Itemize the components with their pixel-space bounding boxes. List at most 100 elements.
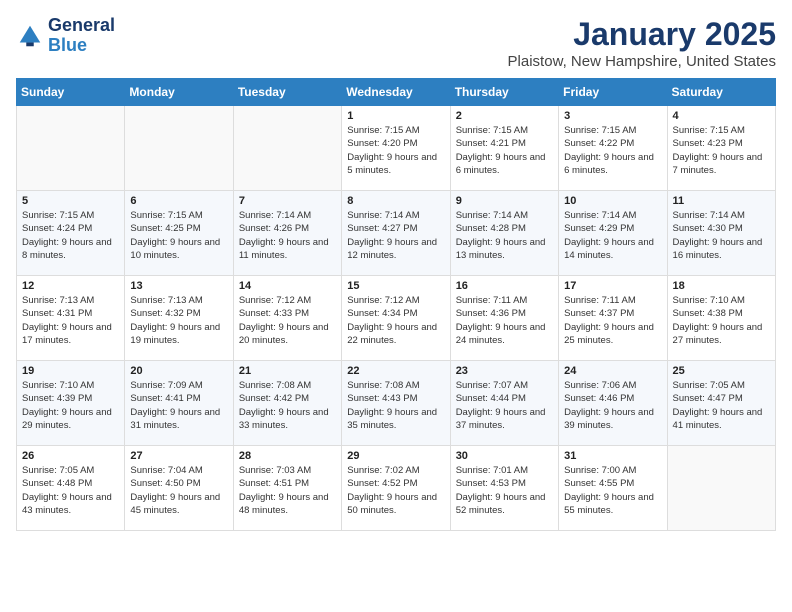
calendar-cell: 14 Sunrise: 7:12 AMSunset: 4:33 PMDayligh… <box>233 276 341 361</box>
day-info: Sunrise: 7:11 AMSunset: 4:37 PMDaylight:… <box>564 294 661 347</box>
month-title: January 2025 <box>508 16 776 53</box>
weekday-header: Wednesday <box>342 79 450 106</box>
calendar-week-row: 5Sunrise: 7:15 AMSunset: 4:24 PMDaylight… <box>17 191 776 276</box>
day-number: 27 <box>130 450 227 462</box>
day-info: Sunrise: 7:05 AMSunset: 4:47 PMDaylight:… <box>673 379 770 432</box>
calendar: SundayMondayTuesdayWednesdayThursdayFrid… <box>16 78 776 531</box>
calendar-cell: 12 Sunrise: 7:13 AMSunset: 4:31 PMDayligh… <box>17 276 125 361</box>
day-number: 16 <box>456 280 553 292</box>
calendar-week-row: 1 Sunrise: 7:15 AMSunset: 4:20 PMDaylight… <box>17 106 776 191</box>
calendar-cell <box>233 106 341 191</box>
day-number: 3 <box>564 110 661 122</box>
weekday-header: Tuesday <box>233 79 341 106</box>
calendar-cell: 4Sunrise: 7:15 AMSunset: 4:23 PMDaylight… <box>667 106 775 191</box>
day-info: Sunrise: 7:15 AMSunset: 4:24 PMDaylight:… <box>22 209 119 262</box>
calendar-cell: 3 Sunrise: 7:15 AMSunset: 4:22 PMDaylight… <box>559 106 667 191</box>
day-info: Sunrise: 7:07 AMSunset: 4:44 PMDaylight:… <box>456 379 553 432</box>
day-number: 6 <box>130 195 227 207</box>
calendar-cell: 7 Sunrise: 7:14 AMSunset: 4:26 PMDaylight… <box>233 191 341 276</box>
day-info: Sunrise: 7:06 AMSunset: 4:46 PMDaylight:… <box>564 379 661 432</box>
day-number: 4 <box>673 110 770 122</box>
calendar-cell: 5Sunrise: 7:15 AMSunset: 4:24 PMDaylight… <box>17 191 125 276</box>
calendar-cell: 8 Sunrise: 7:14 AMSunset: 4:27 PMDaylight… <box>342 191 450 276</box>
calendar-cell: 20 Sunrise: 7:09 AMSunset: 4:41 PMDayligh… <box>125 361 233 446</box>
calendar-week-row: 19Sunrise: 7:10 AMSunset: 4:39 PMDayligh… <box>17 361 776 446</box>
calendar-cell: 2 Sunrise: 7:15 AMSunset: 4:21 PMDaylight… <box>450 106 558 191</box>
day-info: Sunrise: 7:08 AMSunset: 4:43 PMDaylight:… <box>347 379 444 432</box>
day-number: 7 <box>239 195 336 207</box>
day-number: 18 <box>673 280 770 292</box>
day-info: Sunrise: 7:14 AMSunset: 4:28 PMDaylight:… <box>456 209 553 262</box>
day-number: 12 <box>22 280 119 292</box>
header: General Blue January 2025 Plaistow, New … <box>16 16 776 70</box>
weekday-header: Friday <box>559 79 667 106</box>
weekday-header: Sunday <box>17 79 125 106</box>
calendar-cell: 10 Sunrise: 7:14 AMSunset: 4:29 PMDayligh… <box>559 191 667 276</box>
calendar-cell <box>125 106 233 191</box>
calendar-cell: 23Sunrise: 7:07 AMSunset: 4:44 PMDayligh… <box>450 361 558 446</box>
calendar-cell: 1 Sunrise: 7:15 AMSunset: 4:20 PMDaylight… <box>342 106 450 191</box>
day-info: Sunrise: 7:13 AMSunset: 4:32 PMDaylight:… <box>130 294 227 347</box>
day-info: Sunrise: 7:03 AMSunset: 4:51 PMDaylight:… <box>239 464 336 517</box>
day-number: 11 <box>673 195 770 207</box>
day-number: 26 <box>22 450 119 462</box>
calendar-cell: 30Sunrise: 7:01 AMSunset: 4:53 PMDayligh… <box>450 446 558 531</box>
day-number: 10 <box>564 195 661 207</box>
day-info: Sunrise: 7:11 AMSunset: 4:36 PMDaylight:… <box>456 294 553 347</box>
logo-text: General Blue <box>48 16 115 56</box>
day-number: 20 <box>130 365 227 377</box>
day-number: 21 <box>239 365 336 377</box>
day-number: 25 <box>673 365 770 377</box>
calendar-cell <box>667 446 775 531</box>
calendar-cell: 17 Sunrise: 7:11 AMSunset: 4:37 PMDayligh… <box>559 276 667 361</box>
calendar-cell: 22Sunrise: 7:08 AMSunset: 4:43 PMDayligh… <box>342 361 450 446</box>
day-number: 30 <box>456 450 553 462</box>
day-number: 17 <box>564 280 661 292</box>
day-info: Sunrise: 7:15 AMSunset: 4:20 PMDaylight:… <box>347 124 444 177</box>
day-info: Sunrise: 7:12 AMSunset: 4:33 PMDaylight:… <box>239 294 336 347</box>
day-info: Sunrise: 7:08 AMSunset: 4:42 PMDaylight:… <box>239 379 336 432</box>
calendar-cell: 19Sunrise: 7:10 AMSunset: 4:39 PMDayligh… <box>17 361 125 446</box>
day-number: 8 <box>347 195 444 207</box>
day-number: 24 <box>564 365 661 377</box>
calendar-cell: 11 Sunrise: 7:14 AMSunset: 4:30 PMDayligh… <box>667 191 775 276</box>
weekday-header: Thursday <box>450 79 558 106</box>
calendar-cell: 18 Sunrise: 7:10 AMSunset: 4:38 PMDayligh… <box>667 276 775 361</box>
day-info: Sunrise: 7:14 AMSunset: 4:29 PMDaylight:… <box>564 209 661 262</box>
day-info: Sunrise: 7:15 AMSunset: 4:25 PMDaylight:… <box>130 209 227 262</box>
day-info: Sunrise: 7:10 AMSunset: 4:39 PMDaylight:… <box>22 379 119 432</box>
day-number: 1 <box>347 110 444 122</box>
calendar-cell: 31Sunrise: 7:00 AMSunset: 4:55 PMDayligh… <box>559 446 667 531</box>
calendar-cell: 29 Sunrise: 7:02 AMSunset: 4:52 PMDayligh… <box>342 446 450 531</box>
calendar-cell: 26Sunrise: 7:05 AMSunset: 4:48 PMDayligh… <box>17 446 125 531</box>
day-info: Sunrise: 7:14 AMSunset: 4:26 PMDaylight:… <box>239 209 336 262</box>
calendar-cell: 15 Sunrise: 7:12 AMSunset: 4:34 PMDayligh… <box>342 276 450 361</box>
calendar-week-row: 26Sunrise: 7:05 AMSunset: 4:48 PMDayligh… <box>17 446 776 531</box>
day-number: 29 <box>347 450 444 462</box>
calendar-cell: 27Sunrise: 7:04 AMSunset: 4:50 PMDayligh… <box>125 446 233 531</box>
day-info: Sunrise: 7:10 AMSunset: 4:38 PMDaylight:… <box>673 294 770 347</box>
day-info: Sunrise: 7:02 AMSunset: 4:52 PMDaylight:… <box>347 464 444 517</box>
day-number: 28 <box>239 450 336 462</box>
day-info: Sunrise: 7:13 AMSunset: 4:31 PMDaylight:… <box>22 294 119 347</box>
day-info: Sunrise: 7:14 AMSunset: 4:30 PMDaylight:… <box>673 209 770 262</box>
day-number: 31 <box>564 450 661 462</box>
day-number: 9 <box>456 195 553 207</box>
day-info: Sunrise: 7:15 AMSunset: 4:21 PMDaylight:… <box>456 124 553 177</box>
day-info: Sunrise: 7:12 AMSunset: 4:34 PMDaylight:… <box>347 294 444 347</box>
calendar-week-row: 12 Sunrise: 7:13 AMSunset: 4:31 PMDayligh… <box>17 276 776 361</box>
weekday-header-row: SundayMondayTuesdayWednesdayThursdayFrid… <box>17 79 776 106</box>
calendar-cell: 6 Sunrise: 7:15 AMSunset: 4:25 PMDaylight… <box>125 191 233 276</box>
location-title: Plaistow, New Hampshire, United States <box>508 53 776 70</box>
day-info: Sunrise: 7:09 AMSunset: 4:41 PMDaylight:… <box>130 379 227 432</box>
calendar-cell: 21 Sunrise: 7:08 AMSunset: 4:42 PMDayligh… <box>233 361 341 446</box>
logo-icon <box>16 22 44 50</box>
day-number: 14 <box>239 280 336 292</box>
day-number: 15 <box>347 280 444 292</box>
calendar-cell: 13Sunrise: 7:13 AMSunset: 4:32 PMDayligh… <box>125 276 233 361</box>
title-area: January 2025 Plaistow, New Hampshire, Un… <box>508 16 776 70</box>
calendar-cell: 9 Sunrise: 7:14 AMSunset: 4:28 PMDaylight… <box>450 191 558 276</box>
day-info: Sunrise: 7:14 AMSunset: 4:27 PMDaylight:… <box>347 209 444 262</box>
day-info: Sunrise: 7:15 AMSunset: 4:22 PMDaylight:… <box>564 124 661 177</box>
day-number: 2 <box>456 110 553 122</box>
